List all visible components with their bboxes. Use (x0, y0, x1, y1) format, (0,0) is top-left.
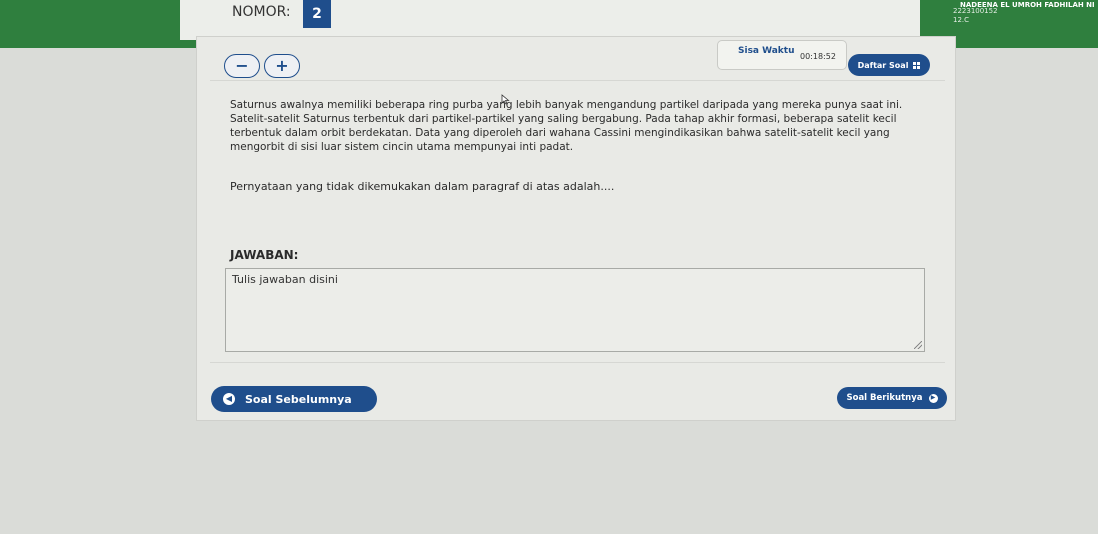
arrow-left-circle-icon: ◀ (223, 393, 235, 405)
previous-question-label: Soal Sebelumnya (245, 392, 352, 406)
user-class: 12.C (953, 16, 970, 24)
question-panel (196, 36, 956, 421)
resize-handle-icon[interactable] (914, 341, 922, 349)
grid-icon (913, 61, 921, 69)
user-id: 2223100152 (953, 7, 998, 15)
answer-label: JAWABAN: (230, 248, 299, 262)
timer-label: Sisa Waktu (738, 46, 795, 56)
decrease-font-button[interactable]: − (224, 54, 260, 78)
answer-textarea[interactable] (226, 269, 924, 351)
arrow-right-circle-icon: ▶ (928, 393, 938, 403)
question-number-label: NOMOR: (232, 4, 291, 20)
question-prompt: Pernyataan yang tidak dikemukakan dalam … (230, 180, 615, 193)
increase-font-button[interactable]: + (264, 54, 300, 78)
next-question-label: Soal Berikutnya (846, 393, 923, 403)
question-list-label: Daftar Soal (857, 60, 909, 70)
answer-field-wrapper (225, 268, 925, 352)
previous-question-button[interactable]: ◀ Soal Sebelumnya (211, 386, 377, 412)
question-number-badge: 2 (303, 0, 331, 28)
next-question-button[interactable]: Soal Berikutnya ▶ (837, 387, 947, 409)
divider (210, 80, 945, 81)
timer-value: 00:18:52 (800, 52, 836, 61)
divider (210, 362, 945, 363)
top-bar (180, 0, 920, 40)
question-text: Saturnus awalnya memiliki beberapa ring … (230, 99, 903, 153)
question-list-button[interactable]: Daftar Soal (848, 54, 930, 76)
